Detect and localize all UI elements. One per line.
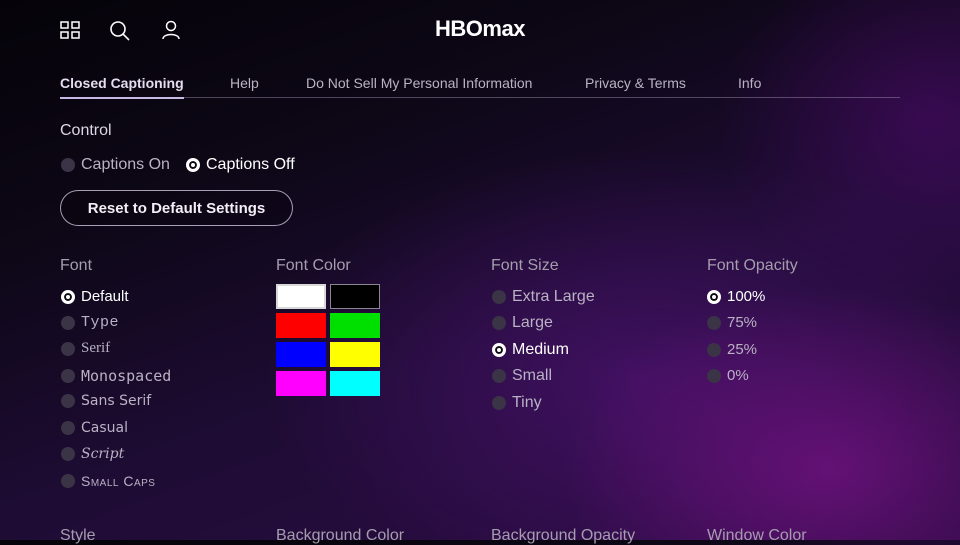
captions-off-option[interactable]: Captions Off bbox=[186, 156, 295, 174]
background-color-heading: Background Color bbox=[276, 527, 405, 544]
radio-icon bbox=[492, 316, 506, 330]
radio-icon bbox=[61, 158, 75, 172]
radio-icon bbox=[492, 369, 506, 383]
font-size-label: Tiny bbox=[512, 394, 542, 411]
window-color-heading: Window Color bbox=[707, 527, 807, 544]
font-opacity-label: 0% bbox=[727, 367, 749, 384]
font-opacity-25[interactable]: 25% bbox=[707, 341, 757, 358]
font-option-label: Sans Serif bbox=[81, 393, 152, 409]
tab-do-not-sell[interactable]: Do Not Sell My Personal Information bbox=[306, 75, 532, 91]
font-color-heading: Font Color bbox=[276, 257, 351, 274]
captions-on-option[interactable]: Captions On bbox=[61, 156, 170, 174]
font-option-label: Type bbox=[81, 314, 120, 331]
font-option-label: Default bbox=[81, 288, 129, 305]
hbomax-logo: HBOmax bbox=[435, 16, 525, 41]
color-swatch-white[interactable] bbox=[276, 284, 326, 309]
font-opacity-label: 100% bbox=[727, 288, 766, 305]
radio-icon bbox=[492, 290, 506, 304]
radio-icon bbox=[61, 369, 75, 383]
radio-icon bbox=[61, 421, 75, 435]
radio-icon bbox=[707, 315, 721, 330]
background-opacity-heading: Background Opacity bbox=[491, 527, 636, 544]
tab-info[interactable]: Info bbox=[738, 75, 761, 91]
radio-icon bbox=[61, 289, 75, 304]
radio-icon bbox=[707, 342, 721, 357]
radio-icon bbox=[61, 474, 75, 488]
font-option-script[interactable]: Script bbox=[61, 446, 124, 462]
style-heading: Style bbox=[60, 527, 96, 544]
font-size-label: Small bbox=[512, 367, 553, 384]
font-opacity-75[interactable]: 75% bbox=[707, 314, 757, 331]
control-heading: Control bbox=[60, 122, 112, 139]
color-swatch-green[interactable] bbox=[330, 313, 380, 338]
font-option-monospaced[interactable]: Monospaced bbox=[61, 367, 171, 385]
radio-icon bbox=[61, 394, 75, 408]
radio-icon bbox=[707, 368, 721, 383]
color-swatch-black[interactable] bbox=[330, 284, 380, 309]
font-size-tiny[interactable]: Tiny bbox=[492, 394, 542, 412]
color-swatch-red[interactable] bbox=[276, 313, 326, 338]
radio-icon bbox=[492, 396, 506, 410]
font-option-label: Serif bbox=[81, 340, 111, 356]
radio-icon bbox=[61, 447, 75, 461]
font-size-heading: Font Size bbox=[491, 257, 559, 274]
font-option-casual[interactable]: Casual bbox=[61, 420, 128, 436]
captions-on-label: Captions On bbox=[81, 156, 170, 173]
font-option-label: Script bbox=[81, 446, 125, 462]
font-option-sans-serif[interactable]: Sans Serif bbox=[61, 393, 151, 409]
font-option-small-caps[interactable]: Small Caps bbox=[61, 473, 155, 489]
font-size-large[interactable]: Large bbox=[492, 314, 553, 332]
color-swatch-blue[interactable] bbox=[276, 342, 326, 367]
font-opacity-label: 25% bbox=[727, 341, 758, 358]
color-swatch-magenta[interactable] bbox=[276, 371, 326, 396]
font-size-label: Extra Large bbox=[512, 288, 595, 305]
tab-closed-captioning[interactable]: Closed Captioning bbox=[60, 75, 184, 99]
radio-icon bbox=[61, 341, 75, 356]
font-option-serif[interactable]: Serif bbox=[61, 340, 110, 357]
settings-tabs: Closed Captioning Help Do Not Sell My Pe… bbox=[60, 72, 900, 99]
reset-default-button[interactable]: Reset to Default Settings bbox=[60, 190, 293, 226]
font-size-label: Large bbox=[512, 314, 553, 331]
captions-off-label: Captions Off bbox=[206, 156, 295, 173]
radio-icon bbox=[707, 289, 721, 304]
font-size-medium[interactable]: Medium bbox=[492, 341, 569, 359]
font-size-extra-large[interactable]: Extra Large bbox=[492, 288, 595, 306]
font-opacity-heading: Font Opacity bbox=[707, 257, 798, 274]
font-heading: Font bbox=[60, 257, 93, 274]
font-option-label: Monospaced bbox=[81, 367, 172, 385]
color-swatch-yellow[interactable] bbox=[330, 342, 380, 367]
font-option-label: Casual bbox=[81, 420, 128, 436]
font-size-small[interactable]: Small bbox=[492, 367, 552, 385]
radio-icon bbox=[186, 158, 200, 172]
radio-icon bbox=[492, 343, 506, 357]
font-opacity-0[interactable]: 0% bbox=[707, 367, 749, 384]
font-option-label: Small Caps bbox=[81, 473, 156, 489]
font-size-label: Medium bbox=[512, 341, 569, 358]
tab-help[interactable]: Help bbox=[230, 75, 259, 91]
font-option-type[interactable]: Type bbox=[61, 314, 119, 331]
radio-icon bbox=[61, 315, 75, 330]
font-opacity-label: 75% bbox=[727, 314, 758, 331]
font-opacity-100[interactable]: 100% bbox=[707, 288, 765, 305]
font-option-default[interactable]: Default bbox=[61, 288, 129, 305]
color-swatch-cyan[interactable] bbox=[330, 371, 380, 396]
tab-privacy-terms[interactable]: Privacy & Terms bbox=[585, 75, 686, 91]
top-bar: HBOmax bbox=[0, 0, 960, 60]
